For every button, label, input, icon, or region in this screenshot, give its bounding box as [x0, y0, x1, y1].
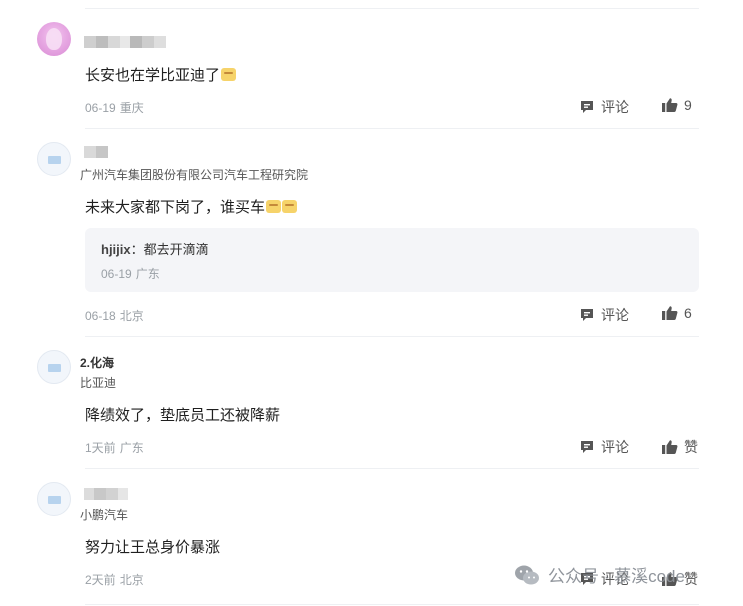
- comment-content: 降绩效了，垫底员工还被降薪: [85, 407, 281, 424]
- comment-date: 06-19: [85, 101, 116, 115]
- wechat-icon: [515, 565, 539, 584]
- comment-content: 未来大家都下岗了，谁买车: [85, 196, 298, 217]
- comment-label: 评论: [601, 307, 629, 323]
- comment-date: 2天前: [85, 573, 116, 587]
- like-button[interactable]: 6: [661, 305, 692, 321]
- like-button[interactable]: 赞: [661, 437, 698, 457]
- like-count: 6: [684, 305, 692, 321]
- reply-location: 广东: [135, 267, 160, 281]
- comment-meta: 06-18 北京: [85, 307, 144, 324]
- author-org: 小鹏汽车: [80, 508, 129, 522]
- author-org: 比亚迪: [80, 376, 117, 390]
- avatar[interactable]: [37, 22, 71, 56]
- comment-icon: [581, 441, 593, 453]
- comment-date: 06-18: [85, 309, 116, 323]
- comment-content: 长安也在学比亚迪了: [85, 64, 237, 85]
- comment-date: 1天前: [85, 441, 116, 455]
- watermark: 公众号 · 慕溪code: [514, 562, 685, 587]
- comment-location: 重庆: [119, 101, 144, 115]
- author-name[interactable]: 2.化海: [80, 354, 114, 371]
- watermark-text: 公众号 · 慕溪code: [548, 567, 685, 586]
- avatar[interactable]: [37, 482, 71, 516]
- like-button[interactable]: 9: [661, 97, 692, 113]
- reply-user[interactable]: hjijix: [101, 242, 131, 257]
- comment-location: 北京: [119, 573, 144, 587]
- author-org: 广州汽车集团股份有限公司汽车工程研究院: [80, 168, 309, 182]
- comment-icon: [581, 309, 593, 321]
- comment-location: 广东: [119, 441, 144, 455]
- reply-content: 都去开滴滴: [143, 242, 209, 257]
- author-name-blurred[interactable]: [84, 36, 166, 48]
- avatar[interactable]: [37, 142, 71, 176]
- comment-location: 北京: [119, 309, 144, 323]
- author-name-blurred[interactable]: [84, 488, 128, 500]
- comment-button[interactable]: 评论: [579, 97, 629, 117]
- like-count: 9: [684, 97, 692, 113]
- comment-content: 努力让王总身价暴涨: [85, 539, 221, 556]
- divider: [85, 468, 699, 469]
- thumbs-up-icon: [662, 306, 678, 320]
- grin-emoji: [221, 68, 237, 81]
- like-label: 赞: [684, 439, 698, 455]
- comment-meta: 1天前 广东: [85, 439, 144, 456]
- grin-emoji: [282, 200, 298, 213]
- reply-text: hjijix：都去开滴滴: [101, 242, 209, 257]
- like-label: 赞: [684, 571, 698, 587]
- grin-emoji: [266, 200, 282, 213]
- divider: [85, 128, 699, 129]
- avatar[interactable]: [37, 350, 71, 384]
- divider: [85, 336, 699, 337]
- thumbs-up-icon: [662, 440, 678, 454]
- comment-label: 评论: [601, 99, 629, 115]
- author-name-blurred[interactable]: [84, 146, 108, 158]
- comment-label: 评论: [601, 439, 629, 455]
- comment-meta: 2天前 北京: [85, 571, 144, 588]
- thumbs-up-icon: [662, 98, 678, 112]
- divider: [85, 8, 699, 9]
- reply-date: 06-19: [101, 267, 132, 281]
- comment-button[interactable]: 评论: [579, 437, 629, 457]
- comment-icon: [581, 101, 593, 113]
- reply-meta: 06-19 广东: [101, 265, 160, 282]
- comment-meta: 06-19 重庆: [85, 99, 144, 116]
- reply-box[interactable]: hjijix：都去开滴滴 06-19 广东: [85, 228, 699, 292]
- divider: [85, 604, 699, 605]
- comment-button[interactable]: 评论: [579, 305, 629, 325]
